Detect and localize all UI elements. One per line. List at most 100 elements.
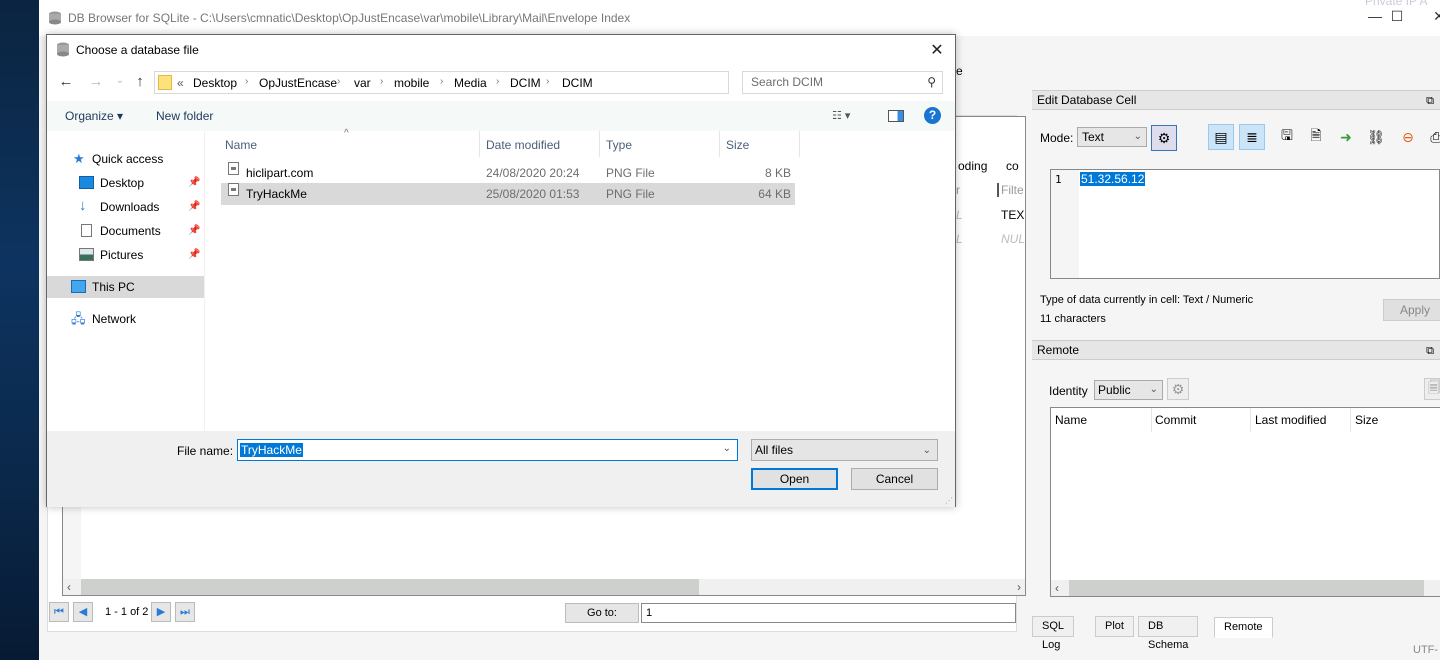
table-cell[interactable]: NUL [1001, 232, 1025, 246]
tab-db-schema[interactable]: DB Schema [1138, 616, 1199, 651]
pin-icon[interactable]: 📌 [188, 196, 200, 218]
nav-item-pictures[interactable]: Pictures 📌 [47, 244, 204, 266]
file-name-input[interactable]: TryHackMe ⌄ [237, 439, 738, 461]
pin-icon[interactable]: 📌 [188, 172, 200, 194]
auto-switch-gear-icon[interactable]: ⚙ [1151, 125, 1177, 151]
horizontal-scrollbar[interactable]: ‹ [1051, 580, 1440, 596]
forward-button[interactable]: → [87, 73, 105, 90]
up-button[interactable]: ↑ [131, 73, 149, 90]
preview-pane-icon[interactable] [888, 110, 904, 122]
scrollbar-thumb[interactable] [1069, 580, 1424, 596]
set-null-icon[interactable]: ⊖ [1395, 124, 1421, 150]
column-header[interactable]: oding [958, 159, 987, 173]
horizontal-scrollbar[interactable]: ‹ › [63, 579, 1025, 595]
column-header[interactable]: Name [1055, 413, 1087, 427]
scroll-right-icon[interactable]: › [1017, 580, 1021, 594]
indent-icon[interactable]: ≣ [1239, 124, 1265, 150]
last-page-button[interactable]: ⏭ [175, 602, 195, 622]
breadcrumb-item[interactable]: var [354, 76, 371, 90]
column-separator[interactable] [719, 131, 720, 157]
scroll-left-icon[interactable]: ‹ [67, 580, 71, 594]
next-page-button[interactable]: ▶ [151, 602, 171, 622]
tab-sql-log[interactable]: SQL Log [1032, 616, 1074, 651]
column-header[interactable]: Last modified [1255, 413, 1326, 427]
breadcrumb-item[interactable]: DCIM [562, 76, 593, 90]
scroll-left-icon[interactable]: ‹ [1055, 581, 1059, 595]
table-cell[interactable]: TEX [1001, 208, 1024, 222]
goto-input[interactable]: 1 [641, 603, 1016, 623]
open-button[interactable]: Open [751, 468, 838, 490]
search-input[interactable]: Search DCIM ⚲ [742, 71, 943, 94]
cell-editor[interactable]: 1 51.32.56.12 [1050, 169, 1440, 279]
column-header[interactable]: Commit [1155, 413, 1196, 427]
chevron-down-icon[interactable]: ⌄ [723, 443, 731, 454]
new-folder-button[interactable]: New folder [156, 109, 213, 123]
tab-plot[interactable]: Plot [1095, 616, 1134, 637]
first-page-button[interactable]: ⏮ [49, 602, 69, 622]
save-file-icon[interactable]: 🗎 [1303, 124, 1329, 150]
word-wrap-icon[interactable]: ▤ [1208, 124, 1234, 150]
breadcrumb-item[interactable]: DCIM [510, 76, 541, 90]
identity-settings-gear-icon[interactable]: ⚙ [1167, 378, 1189, 400]
search-icon[interactable]: ⚲ [927, 72, 936, 93]
recent-locations-button[interactable]: ⌄ [111, 75, 129, 86]
apply-button[interactable]: Apply [1383, 299, 1440, 321]
column-header-date[interactable]: Date modified [486, 138, 560, 152]
nav-item-downloads[interactable]: ↓ Downloads 📌 [47, 196, 204, 218]
filter-cell[interactable]: r [956, 183, 960, 197]
column-header[interactable]: co [1006, 159, 1019, 173]
back-button[interactable]: ← [57, 73, 75, 90]
cancel-button[interactable]: Cancel [851, 468, 938, 490]
nav-item-network[interactable]: 🖧 Network [47, 308, 204, 330]
breadcrumb-overflow[interactable]: « [177, 76, 184, 90]
chevron-right-icon[interactable]: › [380, 76, 383, 87]
prev-page-button[interactable]: ◀ [73, 602, 93, 622]
dialog-close-button[interactable]: ✕ [927, 40, 947, 60]
nav-item-desktop[interactable]: Desktop 📌 [47, 172, 204, 194]
file-type-filter[interactable]: All files ⌄ [751, 439, 938, 461]
column-header-name[interactable]: Name [225, 138, 257, 152]
file-row[interactable]: hiclipart.com 24/08/2020 20:24 PNG File … [221, 162, 795, 184]
cell-value[interactable]: 51.32.56.12 [1080, 172, 1146, 186]
scrollbar-thumb[interactable] [81, 579, 699, 595]
float-dock-icon[interactable]: ⧉ [1426, 92, 1434, 110]
chevron-right-icon[interactable]: › [496, 76, 499, 87]
nav-item-this-pc[interactable]: This PC [47, 276, 204, 298]
breadcrumb-item[interactable]: Media [454, 76, 487, 90]
nav-item-quick-access[interactable]: ★ Quick access [47, 148, 204, 170]
chevron-right-icon[interactable]: › [245, 76, 248, 87]
chevron-right-icon[interactable]: › [440, 76, 443, 87]
chevron-right-icon[interactable]: › [337, 76, 340, 87]
column-separator[interactable] [599, 131, 600, 157]
identity-select[interactable]: Public ⌄ [1094, 380, 1163, 400]
maximize-button[interactable]: ☐ [1377, 8, 1417, 25]
clone-icon[interactable]: 🗐 [1424, 378, 1440, 400]
address-bar[interactable]: « Desktop › OpJustEncase › var › mobile … [154, 71, 832, 94]
organize-button[interactable]: Organize ▾ [65, 109, 123, 123]
change-view-icon[interactable]: ☷ ▾ [832, 109, 850, 122]
table-cell[interactable]: L [956, 232, 963, 246]
breadcrumb-item[interactable]: Desktop [193, 76, 237, 90]
link-icon[interactable]: ⛓ [1363, 124, 1389, 150]
help-icon[interactable]: ? [924, 107, 941, 124]
import-icon[interactable]: ➜ [1333, 124, 1359, 150]
filter-cell[interactable]: Filte [997, 183, 1024, 197]
table-cell[interactable]: L [956, 208, 963, 222]
pin-icon[interactable]: 📌 [188, 220, 200, 242]
column-header-size[interactable]: Size [726, 138, 749, 152]
float-dock-icon[interactable]: ⧉ [1426, 342, 1434, 360]
column-header-type[interactable]: Type [606, 138, 632, 152]
print-icon[interactable]: ⎙ [1423, 124, 1440, 150]
breadcrumb-item[interactable]: OpJustEncase [259, 76, 337, 90]
remote-table[interactable]: Name Commit Last modified Size ‹ [1050, 407, 1440, 597]
mode-select[interactable]: Text ⌄ [1077, 127, 1147, 147]
tab-remote[interactable]: Remote [1214, 617, 1273, 638]
column-separator[interactable] [479, 131, 480, 157]
file-row[interactable]: TryHackMe 25/08/2020 01:53 PNG File 64 K… [221, 183, 795, 205]
nav-item-documents[interactable]: Documents 📌 [47, 220, 204, 242]
export-icon[interactable]: 🖫 [1274, 124, 1300, 150]
chevron-right-icon[interactable]: › [546, 76, 549, 87]
close-window-button[interactable]: ✕ [1419, 8, 1440, 25]
pin-icon[interactable]: 📌 [188, 244, 200, 266]
column-header[interactable]: Size [1355, 413, 1378, 427]
